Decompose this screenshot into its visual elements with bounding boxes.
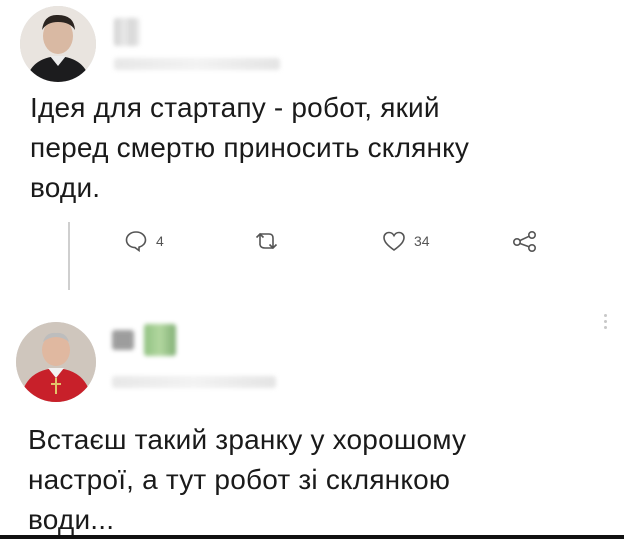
reply-button[interactable]: 4 <box>124 230 164 252</box>
display-name-blurred-2 <box>144 324 176 356</box>
share-icon <box>512 230 536 252</box>
retweet-icon <box>255 232 278 250</box>
display-name-blurred <box>114 18 140 46</box>
action-bar: 4 34 <box>0 228 624 258</box>
retweet-button[interactable] <box>254 230 288 252</box>
reply-icon <box>125 231 147 252</box>
post-text: Ідея для стартапу - робот, який перед см… <box>30 92 470 203</box>
display-name-blurred <box>112 330 134 350</box>
avatar-photo <box>16 322 96 402</box>
post-1: Ідея для стартапу - робот, який перед см… <box>0 0 624 300</box>
like-button[interactable]: 34 <box>382 230 430 252</box>
avatar[interactable] <box>20 6 96 82</box>
heart-icon <box>383 231 405 251</box>
post-2: Встаєш такий зранку у хорошому настрої, … <box>0 300 624 539</box>
like-count: 34 <box>414 233 430 249</box>
handle-blurred <box>114 58 280 70</box>
avatar[interactable] <box>16 322 96 402</box>
post-text: Встаєш такий зранку у хорошому настрої, … <box>28 424 467 535</box>
avatar-photo <box>20 6 96 82</box>
bottom-divider <box>0 535 624 539</box>
handle-blurred <box>112 376 276 388</box>
more-vertical-icon[interactable] <box>604 314 608 329</box>
share-button[interactable] <box>512 230 538 252</box>
reply-count: 4 <box>156 233 164 249</box>
